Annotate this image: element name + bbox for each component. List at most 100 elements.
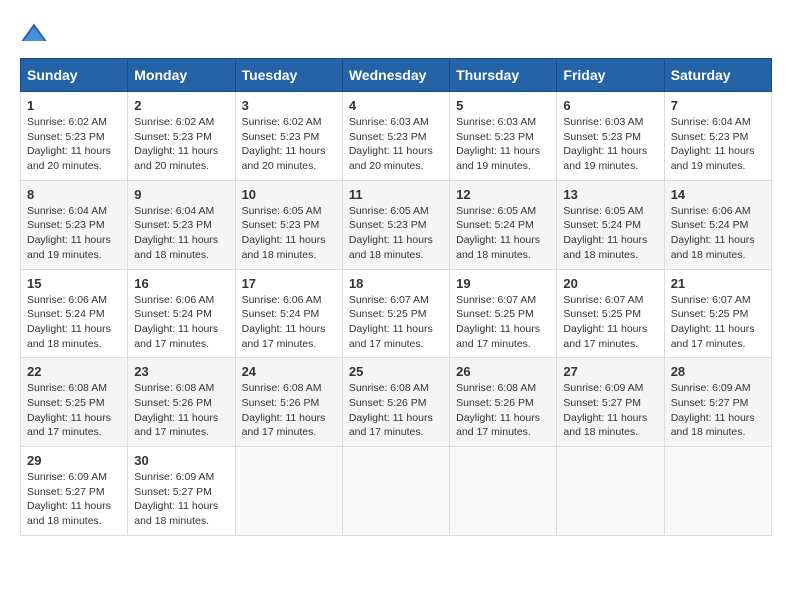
calendar-body: 1 Sunrise: 6:02 AM Sunset: 5:23 PM Dayli…	[21, 92, 772, 536]
daylight-label: Daylight: 11 hours and 17 minutes.	[349, 323, 433, 350]
day-number: 17	[242, 276, 336, 291]
day-number: 10	[242, 187, 336, 202]
calendar-cell: 6 Sunrise: 6:03 AM Sunset: 5:23 PM Dayli…	[557, 92, 664, 181]
daylight-label: Daylight: 11 hours and 19 minutes.	[563, 145, 647, 172]
day-info: Sunrise: 6:02 AM Sunset: 5:23 PM Dayligh…	[27, 115, 121, 174]
logo	[20, 20, 52, 48]
day-info: Sunrise: 6:03 AM Sunset: 5:23 PM Dayligh…	[563, 115, 657, 174]
daylight-label: Daylight: 11 hours and 19 minutes.	[456, 145, 540, 172]
day-info: Sunrise: 6:06 AM Sunset: 5:24 PM Dayligh…	[242, 293, 336, 352]
day-number: 12	[456, 187, 550, 202]
calendar-cell: 16 Sunrise: 6:06 AM Sunset: 5:24 PM Dayl…	[128, 269, 235, 358]
day-info: Sunrise: 6:05 AM Sunset: 5:24 PM Dayligh…	[456, 204, 550, 263]
sunrise-label: Sunrise: 6:06 AM	[134, 294, 214, 306]
sunrise-label: Sunrise: 6:07 AM	[671, 294, 751, 306]
day-number: 4	[349, 98, 443, 113]
day-info: Sunrise: 6:02 AM Sunset: 5:23 PM Dayligh…	[134, 115, 228, 174]
daylight-label: Daylight: 11 hours and 18 minutes.	[134, 234, 218, 261]
sunrise-label: Sunrise: 6:05 AM	[563, 205, 643, 217]
sunset-label: Sunset: 5:23 PM	[134, 131, 212, 143]
sunrise-label: Sunrise: 6:06 AM	[242, 294, 322, 306]
sunset-label: Sunset: 5:23 PM	[134, 219, 212, 231]
daylight-label: Daylight: 11 hours and 18 minutes.	[27, 500, 111, 527]
calendar-cell	[235, 447, 342, 536]
calendar-cell	[664, 447, 771, 536]
day-info: Sunrise: 6:04 AM Sunset: 5:23 PM Dayligh…	[671, 115, 765, 174]
sunrise-label: Sunrise: 6:02 AM	[27, 116, 107, 128]
sunset-label: Sunset: 5:24 PM	[27, 308, 105, 320]
sunset-label: Sunset: 5:23 PM	[242, 219, 320, 231]
daylight-label: Daylight: 11 hours and 18 minutes.	[671, 412, 755, 439]
daylight-label: Daylight: 11 hours and 17 minutes.	[242, 412, 326, 439]
daylight-label: Daylight: 11 hours and 17 minutes.	[349, 412, 433, 439]
daylight-label: Daylight: 11 hours and 20 minutes.	[27, 145, 111, 172]
sunrise-label: Sunrise: 6:02 AM	[242, 116, 322, 128]
day-number: 6	[563, 98, 657, 113]
day-number: 30	[134, 453, 228, 468]
daylight-label: Daylight: 11 hours and 19 minutes.	[27, 234, 111, 261]
daylight-label: Daylight: 11 hours and 18 minutes.	[563, 234, 647, 261]
sunset-label: Sunset: 5:23 PM	[349, 131, 427, 143]
calendar-cell: 19 Sunrise: 6:07 AM Sunset: 5:25 PM Dayl…	[450, 269, 557, 358]
daylight-label: Daylight: 11 hours and 17 minutes.	[563, 323, 647, 350]
day-info: Sunrise: 6:05 AM Sunset: 5:24 PM Dayligh…	[563, 204, 657, 263]
sunrise-label: Sunrise: 6:08 AM	[242, 382, 322, 394]
sunrise-label: Sunrise: 6:04 AM	[671, 116, 751, 128]
day-number: 26	[456, 364, 550, 379]
sunrise-label: Sunrise: 6:09 AM	[563, 382, 643, 394]
sunrise-label: Sunrise: 6:04 AM	[27, 205, 107, 217]
day-info: Sunrise: 6:09 AM Sunset: 5:27 PM Dayligh…	[27, 470, 121, 529]
sunrise-label: Sunrise: 6:05 AM	[349, 205, 429, 217]
day-number: 24	[242, 364, 336, 379]
sunset-label: Sunset: 5:26 PM	[134, 397, 212, 409]
sunrise-label: Sunrise: 6:09 AM	[134, 471, 214, 483]
daylight-label: Daylight: 11 hours and 17 minutes.	[456, 323, 540, 350]
calendar-cell: 12 Sunrise: 6:05 AM Sunset: 5:24 PM Dayl…	[450, 180, 557, 269]
calendar-cell: 8 Sunrise: 6:04 AM Sunset: 5:23 PM Dayli…	[21, 180, 128, 269]
calendar-cell: 20 Sunrise: 6:07 AM Sunset: 5:25 PM Dayl…	[557, 269, 664, 358]
sunrise-label: Sunrise: 6:07 AM	[349, 294, 429, 306]
calendar-cell: 23 Sunrise: 6:08 AM Sunset: 5:26 PM Dayl…	[128, 358, 235, 447]
day-of-week-header: Sunday	[21, 59, 128, 92]
day-number: 9	[134, 187, 228, 202]
day-info: Sunrise: 6:09 AM Sunset: 5:27 PM Dayligh…	[563, 381, 657, 440]
day-number: 3	[242, 98, 336, 113]
calendar-cell: 17 Sunrise: 6:06 AM Sunset: 5:24 PM Dayl…	[235, 269, 342, 358]
day-info: Sunrise: 6:05 AM Sunset: 5:23 PM Dayligh…	[349, 204, 443, 263]
day-info: Sunrise: 6:08 AM Sunset: 5:26 PM Dayligh…	[456, 381, 550, 440]
day-info: Sunrise: 6:07 AM Sunset: 5:25 PM Dayligh…	[671, 293, 765, 352]
day-number: 1	[27, 98, 121, 113]
sunset-label: Sunset: 5:25 PM	[456, 308, 534, 320]
calendar-cell: 22 Sunrise: 6:08 AM Sunset: 5:25 PM Dayl…	[21, 358, 128, 447]
daylight-label: Daylight: 11 hours and 19 minutes.	[671, 145, 755, 172]
daylight-label: Daylight: 11 hours and 17 minutes.	[671, 323, 755, 350]
sunset-label: Sunset: 5:23 PM	[242, 131, 320, 143]
sunset-label: Sunset: 5:25 PM	[563, 308, 641, 320]
sunset-label: Sunset: 5:27 PM	[563, 397, 641, 409]
daylight-label: Daylight: 11 hours and 17 minutes.	[27, 412, 111, 439]
day-number: 29	[27, 453, 121, 468]
day-number: 19	[456, 276, 550, 291]
calendar-cell: 2 Sunrise: 6:02 AM Sunset: 5:23 PM Dayli…	[128, 92, 235, 181]
day-number: 23	[134, 364, 228, 379]
sunset-label: Sunset: 5:23 PM	[563, 131, 641, 143]
sunset-label: Sunset: 5:24 PM	[134, 308, 212, 320]
page-header	[20, 20, 772, 48]
calendar-table: SundayMondayTuesdayWednesdayThursdayFrid…	[20, 58, 772, 536]
sunset-label: Sunset: 5:25 PM	[349, 308, 427, 320]
calendar-cell: 26 Sunrise: 6:08 AM Sunset: 5:26 PM Dayl…	[450, 358, 557, 447]
sunset-label: Sunset: 5:25 PM	[671, 308, 749, 320]
day-info: Sunrise: 6:06 AM Sunset: 5:24 PM Dayligh…	[134, 293, 228, 352]
calendar-cell: 4 Sunrise: 6:03 AM Sunset: 5:23 PM Dayli…	[342, 92, 449, 181]
daylight-label: Daylight: 11 hours and 17 minutes.	[456, 412, 540, 439]
day-info: Sunrise: 6:07 AM Sunset: 5:25 PM Dayligh…	[349, 293, 443, 352]
daylight-label: Daylight: 11 hours and 18 minutes.	[563, 412, 647, 439]
day-of-week-header: Thursday	[450, 59, 557, 92]
day-of-week-header: Friday	[557, 59, 664, 92]
day-info: Sunrise: 6:03 AM Sunset: 5:23 PM Dayligh…	[456, 115, 550, 174]
calendar-cell: 21 Sunrise: 6:07 AM Sunset: 5:25 PM Dayl…	[664, 269, 771, 358]
calendar-cell: 5 Sunrise: 6:03 AM Sunset: 5:23 PM Dayli…	[450, 92, 557, 181]
sunrise-label: Sunrise: 6:02 AM	[134, 116, 214, 128]
calendar-cell: 27 Sunrise: 6:09 AM Sunset: 5:27 PM Dayl…	[557, 358, 664, 447]
calendar-cell: 13 Sunrise: 6:05 AM Sunset: 5:24 PM Dayl…	[557, 180, 664, 269]
